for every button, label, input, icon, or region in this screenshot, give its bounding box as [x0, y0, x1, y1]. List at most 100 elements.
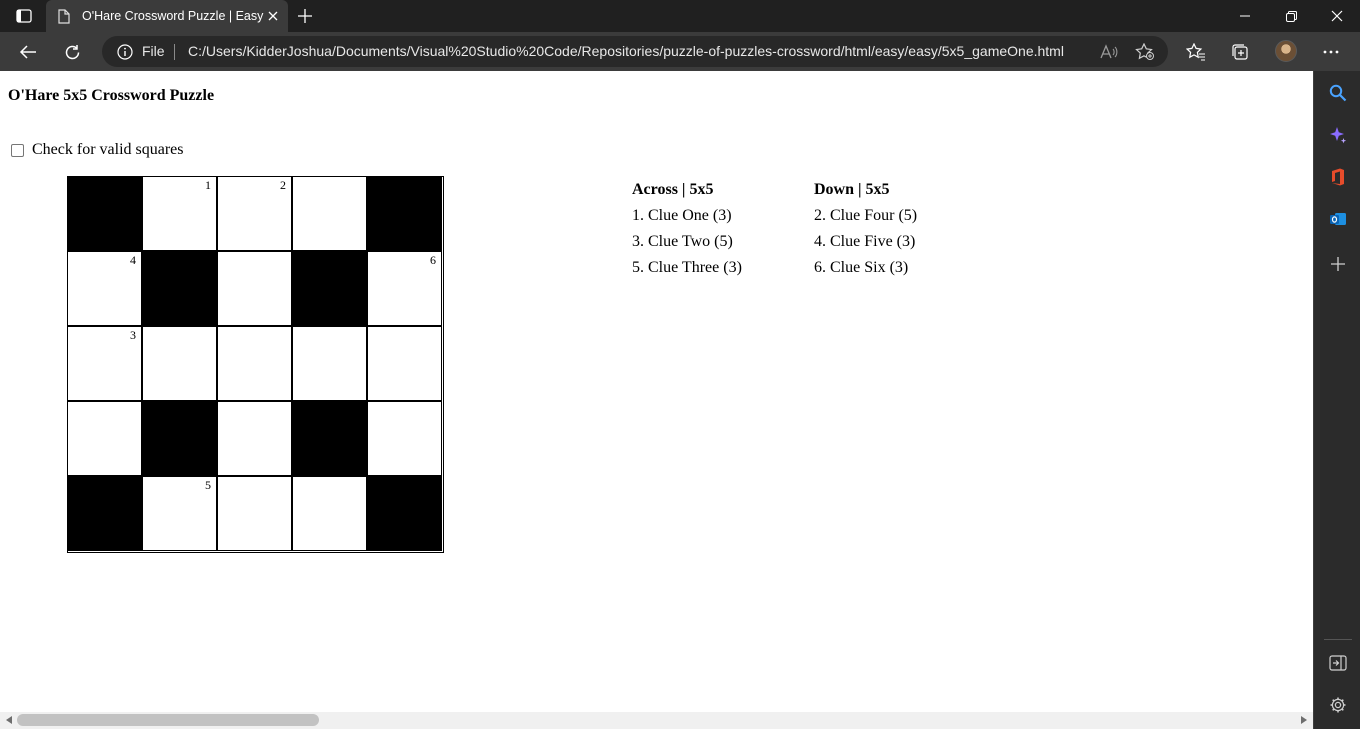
close-icon — [268, 11, 278, 21]
tab-actions-button[interactable] — [12, 6, 36, 26]
favorites-button[interactable] — [1182, 38, 1210, 66]
grid-cell[interactable] — [292, 176, 367, 251]
grid-cell[interactable] — [217, 476, 292, 551]
scroll-left-arrow-icon[interactable] — [4, 715, 14, 725]
grid-cell[interactable] — [142, 326, 217, 401]
clue-number: 5 — [205, 478, 211, 492]
copilot-icon — [1330, 127, 1347, 144]
grid-cell[interactable]: 3 — [67, 326, 142, 401]
plus-icon — [298, 9, 312, 23]
star-add-icon — [1135, 43, 1154, 60]
refresh-icon — [65, 44, 79, 59]
hide-sidebar-button[interactable] — [1325, 650, 1351, 676]
grid-cell[interactable]: 1 — [142, 176, 217, 251]
browser-toolbar: File C:/Users/KidderJoshua/Documents/Vis… — [0, 32, 1360, 71]
minimize-button[interactable] — [1222, 0, 1268, 32]
profile-avatar[interactable] — [1275, 40, 1297, 62]
clue-number: 1 — [205, 178, 211, 192]
sidebar-divider — [1324, 639, 1352, 640]
grid-cell-blocked — [142, 251, 217, 326]
site-info-icon[interactable] — [116, 43, 134, 61]
new-tab-button[interactable] — [292, 4, 318, 28]
read-aloud-button[interactable] — [1096, 39, 1122, 65]
back-button[interactable] — [14, 38, 42, 66]
grid-cell[interactable] — [217, 251, 292, 326]
page-title: O'Hare 5x5 Crossword Puzzle — [8, 87, 215, 104]
horizontal-scrollbar[interactable] — [0, 712, 1313, 729]
tab-actions-icon — [16, 9, 32, 23]
grid-cell-blocked — [142, 401, 217, 476]
minimize-icon — [1240, 15, 1250, 17]
valid-squares-option: Check for valid squares — [11, 141, 184, 159]
close-window-button[interactable] — [1314, 0, 1360, 32]
restore-icon — [1285, 10, 1297, 22]
grid-cell[interactable] — [67, 401, 142, 476]
grid-cell[interactable]: 6 — [367, 251, 442, 326]
edge-sidebar — [1313, 71, 1360, 729]
sidebar-add-button[interactable] — [1325, 251, 1351, 277]
address-divider — [174, 44, 175, 60]
sidebar-outlook-button[interactable] — [1325, 206, 1351, 232]
grid-cell-blocked — [67, 176, 142, 251]
scroll-right-arrow-icon[interactable] — [1299, 715, 1309, 725]
close-icon — [1331, 10, 1343, 22]
across-heading: Across | 5x5 — [632, 181, 714, 198]
grid-cell-blocked — [67, 476, 142, 551]
clue-number: 4 — [130, 253, 136, 267]
sidebar-office-button[interactable] — [1325, 164, 1351, 190]
clue-number: 6 — [430, 253, 436, 267]
sidebar-search-button[interactable] — [1325, 80, 1351, 106]
collections-icon — [1232, 44, 1248, 60]
page-icon — [58, 8, 70, 24]
grid-cell-blocked — [292, 401, 367, 476]
collections-button[interactable] — [1226, 38, 1254, 66]
read-aloud-icon — [1100, 44, 1118, 59]
sidebar-settings-button[interactable] — [1325, 692, 1351, 718]
clue-number: 3 — [130, 328, 136, 342]
page-content: O'Hare 5x5 Crossword Puzzle Check for va… — [0, 71, 1313, 712]
address-bar[interactable]: File C:/Users/KidderJoshua/Documents/Vis… — [102, 36, 1168, 67]
browser-window: O'Hare Crossword Puzzle | Easy File C:/U… — [0, 0, 1360, 729]
tab-active[interactable]: O'Hare Crossword Puzzle | Easy — [46, 0, 288, 32]
grid-cell[interactable] — [292, 476, 367, 551]
tab-bar: O'Hare Crossword Puzzle | Easy — [0, 0, 1360, 32]
settings-icon — [1330, 697, 1346, 713]
tab-close-button[interactable] — [263, 4, 282, 28]
across-clue: 3. Clue Two (5) — [632, 233, 733, 250]
grid-cell-blocked — [292, 251, 367, 326]
down-clue: 6. Clue Six (3) — [814, 259, 909, 276]
down-clue: 2. Clue Four (5) — [814, 207, 918, 224]
sidebar-copilot-button[interactable] — [1325, 122, 1351, 148]
across-clue: 1. Clue One (3) — [632, 207, 732, 224]
add-icon — [1331, 257, 1345, 271]
grid-cell[interactable]: 4 — [67, 251, 142, 326]
down-clues: Down | 5x5 2. Clue Four (5) 4. Clue Five… — [814, 179, 917, 283]
valid-squares-label[interactable]: Check for valid squares — [32, 141, 184, 159]
down-clue: 4. Clue Five (3) — [814, 233, 916, 250]
search-icon — [1329, 84, 1347, 102]
grid-cell-blocked — [367, 176, 442, 251]
grid-cell[interactable] — [367, 326, 442, 401]
clue-number: 2 — [280, 178, 286, 192]
url-text[interactable]: C:/Users/KidderJoshua/Documents/Visual%2… — [188, 43, 1064, 59]
restore-button[interactable] — [1268, 0, 1314, 32]
grid-cell-blocked — [367, 476, 442, 551]
back-arrow-icon — [19, 45, 36, 59]
more-icon — [1323, 50, 1339, 54]
across-clue: 5. Clue Three (3) — [632, 259, 742, 276]
office-icon — [1332, 168, 1344, 186]
grid-cell[interactable] — [367, 401, 442, 476]
grid-cell[interactable]: 2 — [217, 176, 292, 251]
grid-cell[interactable] — [292, 326, 367, 401]
refresh-button[interactable] — [58, 38, 86, 66]
grid-cell[interactable] — [217, 326, 292, 401]
more-menu-button[interactable] — [1317, 38, 1345, 66]
add-favorite-button[interactable] — [1132, 39, 1158, 65]
grid-cell[interactable] — [217, 401, 292, 476]
scrollbar-thumb[interactable] — [17, 714, 319, 726]
across-clues: Across | 5x5 1. Clue One (3) 3. Clue Two… — [632, 179, 742, 283]
outlook-icon — [1330, 213, 1346, 225]
grid-cell[interactable]: 5 — [142, 476, 217, 551]
scheme-label: File — [142, 43, 165, 59]
valid-squares-checkbox[interactable] — [11, 143, 24, 157]
